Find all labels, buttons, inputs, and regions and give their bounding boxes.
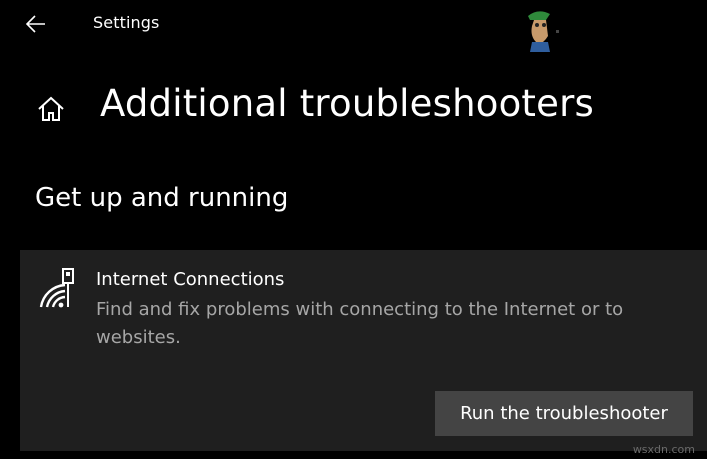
watermark: wsxdn.com xyxy=(632,443,695,456)
app-title: Settings xyxy=(93,13,160,32)
troubleshooter-description: Find and fix problems with connecting to… xyxy=(96,299,624,348)
section-heading: Get up and running xyxy=(35,183,289,213)
home-button[interactable] xyxy=(34,92,68,126)
back-button[interactable] xyxy=(22,10,50,38)
title-bar: Settings xyxy=(0,0,707,52)
mascot-logo xyxy=(528,11,559,52)
home-icon xyxy=(38,96,64,121)
internet-connections-card[interactable]: Internet Connections Find and fix proble… xyxy=(20,250,707,451)
arrow-left-icon xyxy=(26,15,45,33)
page-title: Additional troubleshooters xyxy=(100,82,594,125)
troubleshooter-title: Internet Connections xyxy=(96,269,285,290)
run-troubleshooter-button[interactable]: Run the troubleshooter xyxy=(435,391,693,436)
settings-window: Settings Additional troubleshooters Get … xyxy=(0,0,707,459)
wifi-network-icon xyxy=(39,268,74,308)
